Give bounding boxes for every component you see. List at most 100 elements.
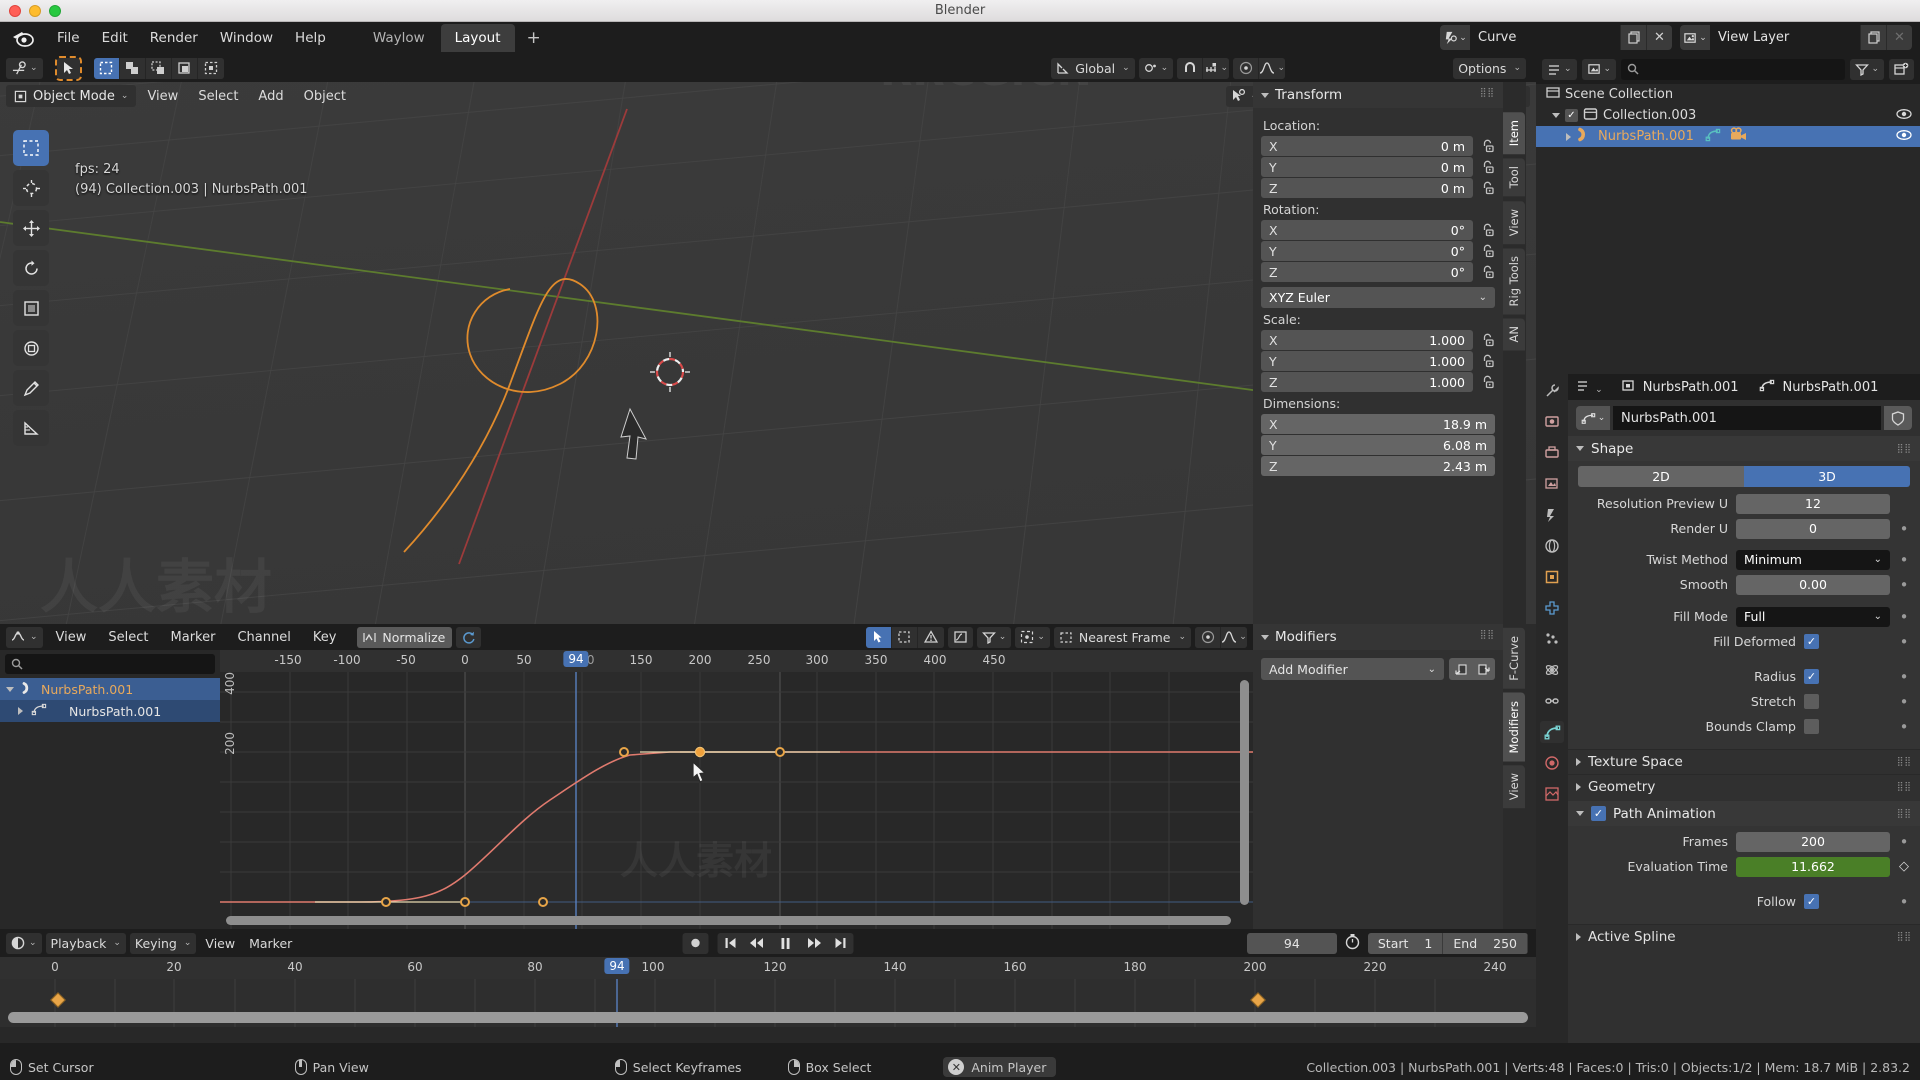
anim-player-badge[interactable]: ✕ Anim Player (943, 1057, 1057, 1077)
fake-user-icon[interactable] (1884, 406, 1912, 430)
properties-tab-texture[interactable] (1540, 783, 1564, 805)
view-layer-selector[interactable]: ⌄ View Layer ✕ (1680, 25, 1912, 50)
stretch-row[interactable]: Stretch • (1578, 691, 1910, 712)
graph-channels-region[interactable]: NurbsPath.001 NurbsPath.001 (0, 650, 220, 929)
properties-tab-data[interactable] (1540, 721, 1564, 743)
properties-tab-scene[interactable] (1540, 504, 1564, 526)
follow-checkbox[interactable]: ✓ (1804, 894, 1819, 909)
timeline-editor[interactable]: ⌄ Playback ⌄ Keying ⌄ View Marker 94 Sta… (0, 929, 1536, 1043)
normalize-toggle[interactable]: Normalize (357, 626, 453, 648)
fill-mode-dropdown[interactable]: Full ⌄ (1736, 606, 1890, 627)
object-mode-dropdown[interactable]: Object Mode ⌄ (6, 85, 137, 107)
render-u-field[interactable]: 0 (1736, 518, 1890, 539)
magnet-icon[interactable] (1177, 57, 1204, 79)
move-tool[interactable] (13, 210, 49, 246)
drag-dots-icon[interactable]: ⣿⣿ (1897, 444, 1912, 453)
scene-selector[interactable]: ⌄ Curve ✕ (1440, 25, 1672, 50)
expand-triangle-icon[interactable] (1576, 758, 1581, 766)
channel-search-input[interactable] (5, 654, 215, 674)
rotation-x-field[interactable]: X 0° (1261, 220, 1473, 240)
animate-dot[interactable]: • (1898, 634, 1910, 649)
snap-to-dropdown[interactable]: ⌄ (1203, 57, 1230, 79)
pause-button[interactable] (769, 932, 802, 954)
camera-icon[interactable] (1729, 127, 1749, 146)
resolution-preview-u-row[interactable]: Resolution Preview U 12 (1578, 493, 1910, 514)
menu-help[interactable]: Help (284, 26, 337, 50)
add-workspace-button[interactable]: + (517, 25, 551, 51)
active-tool-icon[interactable]: ⌄ (6, 57, 43, 79)
n-tab-tool[interactable]: Tool (1503, 158, 1525, 197)
collapse-triangle-icon[interactable] (1576, 811, 1584, 816)
tweak-tool-button[interactable] (54, 55, 82, 81)
scale-y-row[interactable]: Y 1.000 (1261, 351, 1495, 371)
fill-deformed-row[interactable]: Fill Deformed ✓ • (1578, 631, 1910, 652)
auto-normalize-icon[interactable] (456, 626, 482, 648)
only-errors-icon[interactable] (917, 626, 944, 648)
graph-x-axis[interactable]: -150 -100 -50 0 50 100 150 200 250 300 3… (220, 650, 1253, 672)
lock-location-y-icon[interactable] (1479, 159, 1495, 175)
graph-tab-fcurve[interactable]: F-Curve (1503, 628, 1525, 689)
viewport-menu-view[interactable]: View (138, 87, 187, 106)
falloff-curve-icon[interactable]: ⌄ (1259, 57, 1286, 79)
pivot-icon[interactable]: ⌄ (1015, 626, 1050, 648)
channel-row-object[interactable]: NurbsPath.001 (0, 678, 220, 700)
transform-tool[interactable] (13, 330, 49, 366)
ghost-curves-icon[interactable] (947, 626, 973, 648)
remove-view-layer-button[interactable]: ✕ (1886, 25, 1912, 50)
fill-deformed-checkbox[interactable]: ✓ (1804, 634, 1819, 649)
frame-range-fields[interactable]: Start 1 End 250 (1367, 932, 1528, 954)
location-z-field[interactable]: Z 0 m (1261, 178, 1473, 198)
scale-z-row[interactable]: Z 1.000 (1261, 372, 1495, 392)
workspace-tab-layout[interactable]: Layout (440, 24, 515, 52)
geometry-section[interactable]: Geometry ⣿⣿ (1568, 774, 1920, 799)
animate-dot[interactable]: • (1898, 521, 1910, 536)
browse-curve-data-button[interactable]: ⌄ (1576, 406, 1610, 430)
n-tab-view[interactable]: View (1503, 200, 1525, 244)
new-scene-button[interactable] (1620, 25, 1646, 50)
jump-to-start-button[interactable] (717, 932, 744, 954)
hide-in-viewport-icon[interactable] (1896, 129, 1912, 145)
current-frame-field[interactable]: 94 (1246, 932, 1337, 954)
dimensions-z-row[interactable]: Z 2.43 m (1261, 456, 1495, 476)
evaluation-time-field[interactable]: 11.662 (1736, 856, 1890, 877)
scene-icon[interactable]: ⌄ (1440, 25, 1470, 50)
path-animation-section-header[interactable]: ✓ Path Animation ⣿⣿ (1568, 801, 1920, 826)
drag-dots-icon[interactable]: ⣿⣿ (1480, 631, 1495, 640)
graph-horizontal-scrollbar[interactable] (226, 916, 1231, 925)
select-box-tool[interactable] (13, 130, 49, 166)
location-y-row[interactable]: Y 0 m (1261, 157, 1495, 177)
frames-field[interactable]: 200 (1736, 831, 1890, 852)
timeline-keyframe-track[interactable] (0, 979, 1536, 1027)
next-keyframe-button[interactable] (801, 932, 828, 954)
location-z-row[interactable]: Z 0 m (1261, 178, 1495, 198)
graph-proportional-group[interactable]: ⌄ (1195, 626, 1247, 648)
outliner[interactable]: ⌄ ⌄ ⌄ Scene Collection ✓ Collection.003 … (1536, 54, 1920, 374)
animate-dot[interactable]: • (1898, 577, 1910, 592)
viewport-menu-select[interactable]: Select (189, 87, 247, 106)
frames-row[interactable]: Frames 200 • (1578, 831, 1910, 852)
previous-keyframe-button[interactable] (743, 932, 770, 954)
scene-name[interactable]: Curve (1470, 25, 1620, 50)
jump-to-end-button[interactable] (827, 932, 854, 954)
animate-dot[interactable]: • (1898, 834, 1910, 849)
graph-tab-view[interactable]: View (1503, 765, 1525, 809)
proportional-edit-icon[interactable] (1233, 57, 1260, 79)
properties-tab-object[interactable] (1540, 566, 1564, 588)
select-difference-mode[interactable] (197, 57, 224, 79)
expand-triangle-icon[interactable] (1576, 783, 1581, 791)
proportional-edit-icon[interactable] (1195, 626, 1221, 648)
lock-rotation-x-icon[interactable] (1479, 222, 1495, 238)
properties-tab-tool[interactable] (1540, 380, 1564, 402)
animate-dot[interactable]: • (1898, 669, 1910, 684)
graph-menu-marker[interactable]: Marker (162, 628, 225, 647)
lock-rotation-y-icon[interactable] (1479, 243, 1495, 259)
dimensions-y-row[interactable]: Y 6.08 m (1261, 435, 1495, 455)
current-frame-badge[interactable]: 94 (563, 651, 589, 667)
fill-mode-row[interactable]: Fill Mode Full ⌄ • (1578, 606, 1910, 627)
snapping-group[interactable]: ⌄ (1177, 57, 1230, 79)
expand-triangle-icon[interactable] (1566, 132, 1571, 141)
rotation-z-row[interactable]: Z 0° (1261, 262, 1495, 282)
timeline-menu-keying[interactable]: Keying ⌄ (129, 932, 197, 954)
lock-location-z-icon[interactable] (1479, 180, 1495, 196)
resolution-preview-u-field[interactable]: 12 (1736, 493, 1890, 514)
